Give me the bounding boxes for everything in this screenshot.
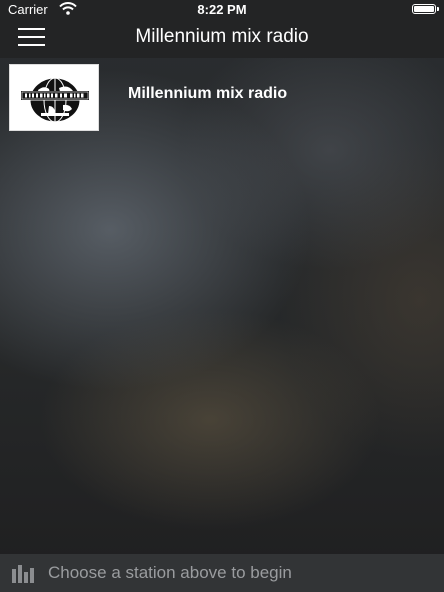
station-logo	[9, 64, 99, 131]
navigation-bar: Millennium mix radio	[0, 18, 444, 58]
clock: 8:22 PM	[197, 2, 247, 17]
station-name: Millennium mix radio	[128, 85, 288, 102]
station-row-millennium-mix[interactable]: Millennium mix radio	[0, 58, 444, 134]
equalizer-icon	[12, 565, 34, 583]
hamburger-menu-icon[interactable]	[18, 28, 45, 46]
nav-title: Millennium mix radio	[135, 26, 309, 47]
battery-icon	[412, 4, 439, 14]
footer-prompt: Choose a station above to begin	[48, 563, 292, 582]
status-bar: Carrier 8:22 PM	[0, 0, 444, 18]
player-footer: Choose a station above to begin	[0, 554, 444, 592]
globe-logo-icon	[21, 77, 89, 123]
